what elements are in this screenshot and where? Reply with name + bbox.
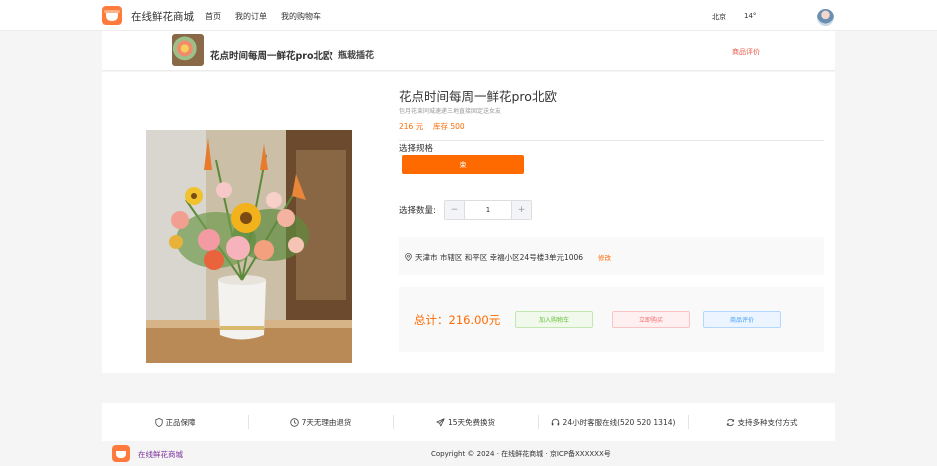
user-avatar[interactable] — [817, 9, 834, 26]
product-image — [146, 130, 352, 363]
product-thumbnail — [172, 34, 204, 66]
address-edit-link[interactable]: 修改 — [598, 252, 611, 262]
feature-support: 24小时客服在线(520 520 1314) — [538, 403, 688, 441]
feature-return: 7天无理由退货 — [248, 403, 393, 441]
service-features: 正品保障 7天无理由退货 15天免费换货 24小时客服在线(520 520 13… — [102, 403, 835, 441]
nav-my-orders[interactable]: 我的订单 — [235, 11, 267, 22]
product-title: 花点时间每周一鲜花pro北欧 — [399, 89, 557, 104]
shield-icon — [154, 417, 163, 427]
nav-home[interactable]: 首页 — [205, 11, 221, 22]
weather-city: 北京 — [712, 13, 726, 21]
product-review-button[interactable]: 商品评价 — [703, 311, 781, 328]
subheader-category: 瓶栽插花 — [338, 51, 375, 61]
order-summary: 总计：216.00元 加入购物车 立即购买 商品评价 — [399, 287, 824, 352]
nav-my-cart[interactable]: 我的购物车 — [281, 11, 321, 22]
quantity-input[interactable]: 1 — [465, 201, 511, 219]
footer-logo-icon[interactable] — [112, 445, 130, 462]
footer-copyright: Copyright © 2024 · 在线鲜花商城 · 京ICP备XXXXXX号 — [431, 450, 611, 458]
send-icon — [436, 417, 445, 426]
quantity-label: 选择数量: — [399, 206, 436, 216]
product-subheader: 花点时间每周一鲜花pro北欧 瓶栽插花 商品评价 — [102, 31, 835, 71]
quantity-decrease-button[interactable]: − — [445, 201, 465, 219]
page-footer: 在线鲜花商城 Copyright © 2024 · 在线鲜花商城 · 京ICP备… — [102, 441, 835, 466]
product-description: 包月花束同城速递三地直接固定送女友 — [399, 108, 502, 115]
weather-temperature: 14° — [744, 12, 757, 20]
spec-option-button[interactable]: 束 — [402, 155, 524, 174]
address-text: 天津市 市辖区 和平区 幸福小区24号楼3单元1006 — [415, 253, 584, 262]
feature-payment: 支持多种支付方式 — [688, 403, 835, 441]
address-box: 天津市 市辖区 和平区 幸福小区24号楼3单元1006 修改 — [399, 237, 824, 275]
clock-icon — [289, 417, 299, 427]
feature-exchange: 15天免费换货 — [393, 403, 538, 441]
quantity-increase-button[interactable]: + — [511, 201, 531, 219]
section-divider — [399, 140, 824, 141]
feature-label: 24小时客服在线(520 520 1314) — [562, 417, 676, 427]
footer-brand[interactable]: 在线鲜花商城 — [138, 449, 183, 460]
product-main: 花点时间每周一鲜花pro北欧 包月花束同城速递三地直接固定送女友 216 元 库… — [102, 72, 835, 373]
logo-icon[interactable] — [102, 6, 122, 25]
order-total: 总计：216.00元 — [414, 313, 501, 327]
refresh-icon — [726, 418, 734, 426]
quantity-stepper: − 1 + — [444, 200, 532, 220]
feature-label: 支持多种支付方式 — [737, 417, 798, 427]
top-navbar: 在线鲜花商城 首页 我的订单 我的购物车 北京 14° — [0, 0, 937, 31]
product-stock: 库存 500 — [433, 122, 465, 131]
product-price: 216 元 — [399, 122, 424, 131]
feature-label: 15天免费换货 — [447, 417, 496, 427]
feature-authentic: 正品保障 — [102, 403, 248, 441]
subheader-product-title: 花点时间每周一鲜花pro北欧 — [210, 51, 333, 62]
spec-label: 选择规格 — [399, 144, 434, 154]
buy-now-button[interactable]: 立即购买 — [612, 311, 690, 328]
subheader-review-link[interactable]: 商品评价 — [732, 47, 760, 57]
feature-label: 正品保障 — [165, 417, 196, 427]
add-to-cart-button[interactable]: 加入购物车 — [515, 311, 593, 328]
brand-name[interactable]: 在线鲜花商城 — [131, 9, 194, 24]
feature-label: 7天无理由退货 — [301, 417, 352, 427]
location-pin-icon — [405, 253, 412, 263]
headset-icon — [551, 418, 559, 425]
subheader-divider — [329, 49, 330, 59]
